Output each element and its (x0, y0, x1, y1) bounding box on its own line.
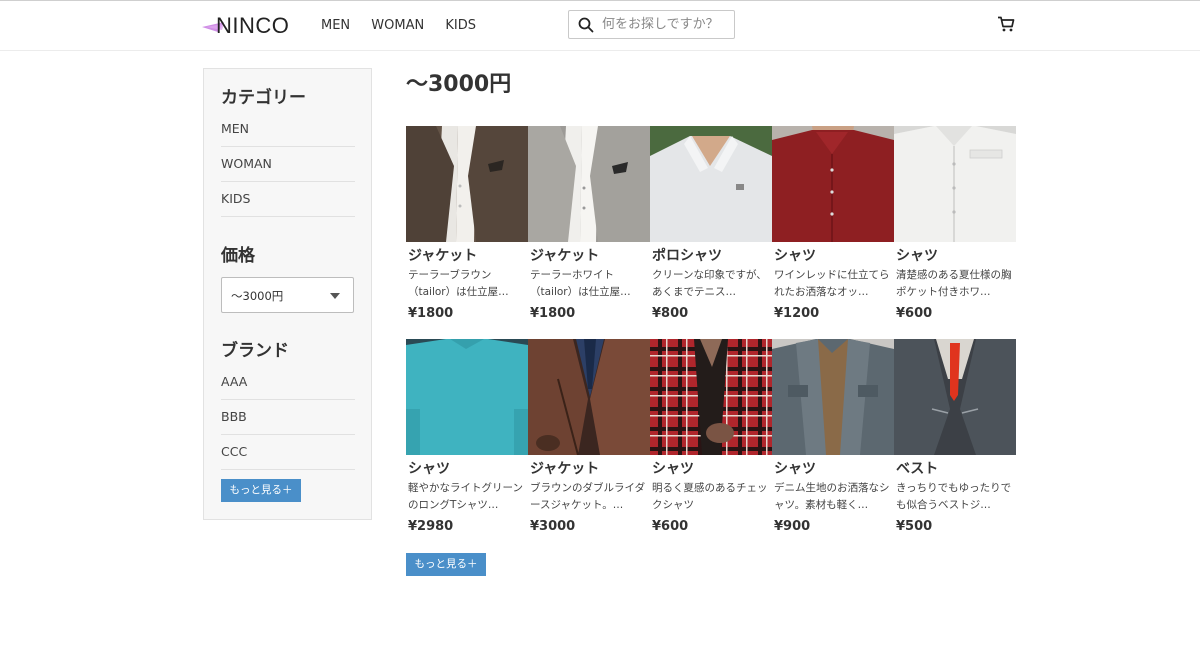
divider (221, 216, 355, 217)
product-name: シャツ (896, 248, 938, 264)
product-price: ¥500 (896, 519, 933, 534)
product-description: テーラーホワイト（tailor）は仕立屋… (530, 269, 631, 298)
product-price: ¥2980 (408, 519, 454, 534)
product-price: ¥1800 (408, 306, 454, 321)
category-men[interactable]: MEN (221, 121, 355, 137)
product-image[interactable] (650, 126, 772, 242)
page-title: 〜3000円 (406, 72, 512, 97)
product-name: シャツ (774, 461, 816, 477)
product-image[interactable] (894, 126, 1016, 242)
product-price: ¥3000 (530, 519, 576, 534)
divider (221, 434, 355, 435)
product-image[interactable] (528, 126, 650, 242)
divider (221, 181, 355, 182)
search-icon[interactable] (578, 17, 594, 33)
divider (221, 146, 355, 147)
product-name: ポロシャツ (652, 248, 722, 264)
product-name: ジャケット (530, 461, 600, 477)
main-nav: MEN WOMAN KIDS (321, 17, 493, 35)
product-image[interactable] (772, 126, 894, 242)
product-description: 明るく夏感のあるチェックシャツ (652, 482, 768, 511)
product-description: 軽やかなライトグリーンのロングTシャツ… (408, 482, 523, 511)
category-kids[interactable]: KIDS (221, 191, 355, 207)
brand-bbb[interactable]: BBB (221, 409, 355, 425)
divider (221, 469, 355, 470)
product-image[interactable] (406, 339, 528, 455)
brand-ccc[interactable]: CCC (221, 444, 355, 460)
product-price: ¥1200 (774, 306, 820, 321)
product-image[interactable] (772, 339, 894, 455)
product-price: ¥600 (896, 306, 933, 321)
product-price: ¥900 (774, 519, 811, 534)
product-image[interactable] (894, 339, 1016, 455)
product-name: シャツ (774, 248, 816, 264)
product-name: ジャケット (408, 248, 478, 264)
category-woman[interactable]: WOMAN (221, 156, 355, 172)
nav-item-men[interactable]: MEN (321, 17, 350, 35)
nav-item-kids[interactable]: KIDS (445, 17, 476, 35)
product-description: ブラウンのダブルライダースジャケット。… (530, 482, 646, 511)
price-select[interactable]: 〜3000円 (221, 277, 354, 313)
brand-aaa[interactable]: AAA (221, 374, 355, 390)
product-name: シャツ (408, 461, 450, 477)
product-price: ¥1800 (530, 306, 576, 321)
product-description: クリーンな印象ですが、あくまでテニス… (652, 269, 767, 298)
product-description: テーラーブラウン（tailor）は仕立屋… (408, 269, 509, 298)
product-price: ¥600 (652, 519, 689, 534)
brand-more-button[interactable]: もっと見る＋ (221, 479, 301, 502)
price-heading: 価格 (221, 246, 255, 266)
product-price: ¥800 (652, 306, 689, 321)
cart-icon[interactable] (997, 16, 1015, 32)
product-description: ワインレッドに仕立てられたお洒落なオッ… (774, 269, 890, 298)
brand-heading: ブランド (221, 341, 289, 361)
product-image[interactable] (528, 339, 650, 455)
product-more-button[interactable]: もっと見る＋ (406, 553, 486, 576)
product-description: きっちりでもゆったりでも似合うベストジ… (896, 482, 1012, 511)
product-name: ベスト (896, 461, 939, 477)
product-name: シャツ (652, 461, 694, 477)
price-select-value: 〜3000円 (231, 289, 284, 303)
site-header: NINCO MEN WOMAN KIDS (0, 1, 1200, 51)
product-description: デニム生地のお洒落なシャツ。素材も軽く… (774, 482, 890, 511)
divider (221, 399, 355, 400)
caret-down-icon (330, 293, 340, 299)
category-heading: カテゴリー (221, 88, 306, 108)
search-box (568, 10, 735, 39)
filter-sidebar: カテゴリー MEN WOMAN KIDS 価格 〜3000円 ブランド AAA … (203, 68, 372, 520)
nav-item-woman[interactable]: WOMAN (371, 17, 424, 35)
product-image[interactable] (406, 126, 528, 242)
product-name: ジャケット (530, 248, 600, 264)
search-input[interactable] (602, 15, 730, 34)
logo-text: NINCO (216, 13, 290, 38)
product-description: 清楚感のある夏仕様の胸ポケット付きホワ… (896, 269, 1012, 298)
product-image[interactable] (650, 339, 772, 455)
